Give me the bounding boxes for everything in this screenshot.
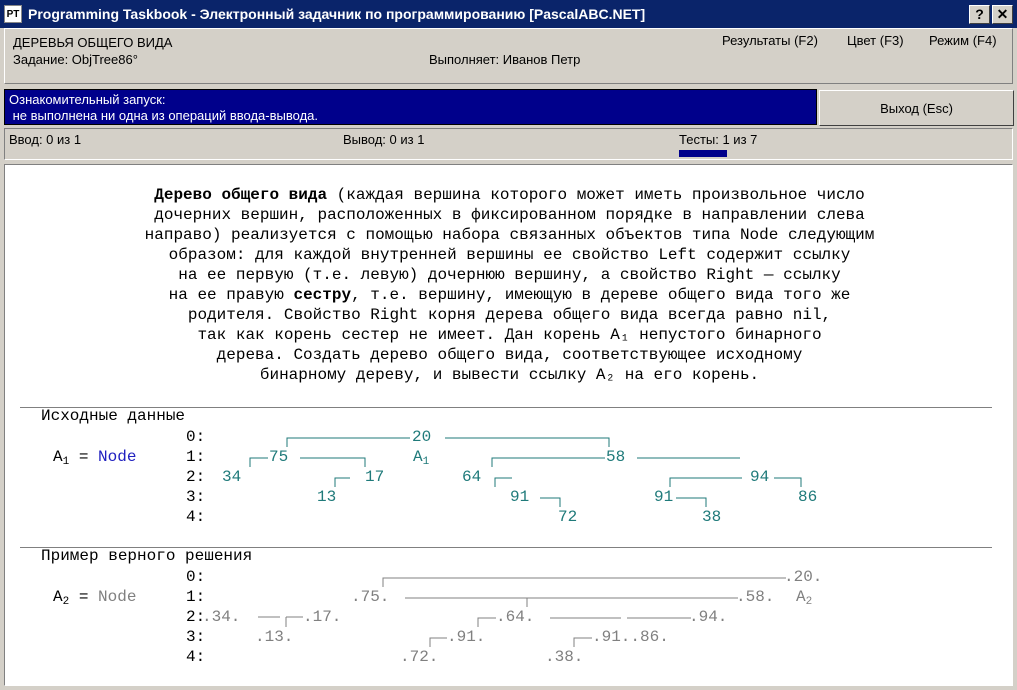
main-panel: Дерево общего вида (каждая вершина котор… [4,164,1013,686]
tree-node: .58. [736,588,775,606]
tree-node: .20. [784,568,823,586]
task-line: , т.е. вершину, имеющую в дереве общего … [351,286,851,304]
task-line: образом: для каждой внутренней вершины е… [168,246,851,264]
tree-node: .13. [255,628,294,646]
close-button[interactable]: ✕ [992,4,1013,24]
task-line: родителя. Свойство Right корня дерева об… [187,306,832,324]
task-line: на ее первую (т.е. левую) дочернюю верши… [178,266,841,284]
term-bold: Дерево общего вида [154,186,328,204]
tree-node: 34 [222,468,242,486]
tree-node: 17 [365,468,385,486]
tree-node: 64 [462,468,482,486]
tree-node: .75. [351,588,390,606]
root-reference: A2 [796,588,813,608]
task-line: бинарному дереву, и вывести ссылку A₂ на… [259,366,760,384]
help-button[interactable]: ? [969,4,990,24]
info-panel: Ознакомительный запуск: не выполнена ни … [4,89,817,125]
info-line-1: Ознакомительный запуск: [9,92,166,107]
task-line: направо) реализуется с помощью набора св… [144,226,875,244]
task-line: так как корень сестер не имеет. Дан коре… [197,326,822,344]
tree-node: 86 [798,488,818,506]
input-tree-lines [249,437,802,507]
input-counter: Ввод: 0 из 1 [9,132,82,147]
tree-node: 20 [412,428,432,446]
task-line: дерева. Создать дерево общего вида, соот… [216,346,803,364]
task-description: Дерево общего вида (каждая вершина котор… [5,185,1012,385]
info-line-2: не выполнена ни одна из операций ввода-в… [9,108,318,123]
task-name: Задание: ObjTree86° [13,52,138,67]
exit-button[interactable]: Выход (Esc) [819,90,1014,126]
menu-color[interactable]: Цвет (F3) [847,33,904,48]
status-panel: Ввод: 0 из 1 Вывод: 0 из 1 Тесты: 1 из 7 [4,128,1013,160]
tests-counter[interactable]: Тесты: 1 из 7 [679,132,757,147]
tree-node: 91 [654,488,674,506]
tree-node: 13 [317,488,337,506]
tree-node: .34. [202,608,241,626]
tree-node: .91..86. [592,628,669,646]
tree-node: .64. [496,608,535,626]
menu-mode[interactable]: Режим (F4) [929,33,997,48]
task-group: ДЕРЕВЬЯ ОБЩЕГО ВИДА [13,35,173,50]
menu-results[interactable]: Результаты (F2) [722,33,818,48]
tree-node: 75 [269,448,289,466]
task-line: (каждая вершина которого может иметь про… [327,186,865,204]
tree-node: 38 [702,508,722,526]
tree-node: 94 [750,468,770,486]
header-panel: ДЕРЕВЬЯ ОБЩЕГО ВИДА Задание: ObjTree86° … [4,28,1013,84]
tree-node: 58 [606,448,626,466]
app-icon: PT [4,5,22,23]
tree-node: .91. [447,628,486,646]
tests-progress-bar [679,150,727,157]
tree-node: 91 [510,488,530,506]
task-line: дочерних вершин, расположенных в фиксиро… [154,206,865,224]
tree-node: .72. [400,648,439,666]
output-counter: Вывод: 0 из 1 [343,132,425,147]
tree-node: .94. [689,608,728,626]
tree-node: .17. [303,608,342,626]
term-bold: сестру [293,286,352,304]
task-line: на ее правую [168,286,294,304]
title-bar[interactable]: PT Programming Taskbook - Электронный за… [0,0,1017,28]
tree-node: 72 [558,508,578,526]
tree-node: .38. [545,648,584,666]
student-name: Выполняет: Иванов Петр [429,52,581,67]
root-reference: A1 [413,448,430,468]
window-title: Programming Taskbook - Электронный задач… [28,6,646,22]
